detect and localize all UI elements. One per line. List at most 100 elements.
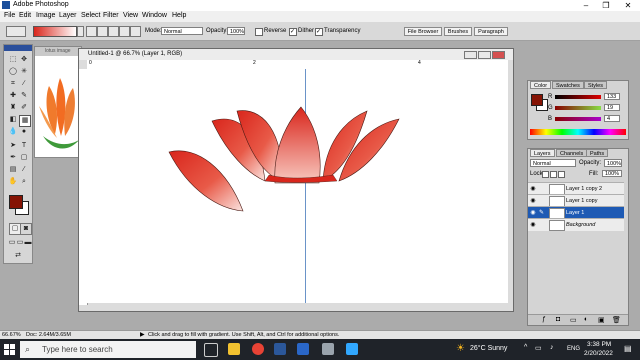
tab-paragraph[interactable]: Paragraph	[474, 27, 508, 36]
tab-swatches[interactable]: Swatches	[552, 81, 584, 89]
volume-icon[interactable]: ♪	[550, 344, 554, 351]
zoom-level[interactable]: 66.67%	[2, 332, 21, 338]
menu-view[interactable]: View	[123, 12, 138, 19]
lock-image-icon[interactable]	[550, 171, 557, 178]
color-ramp[interactable]	[530, 129, 626, 135]
gradient-tool-icon[interactable]: ▦	[19, 115, 31, 127]
close-icon[interactable]: ✕	[622, 0, 634, 11]
hand-tool-icon[interactable]: ✋	[8, 177, 18, 187]
canvas[interactable]	[87, 69, 508, 303]
word-icon[interactable]	[274, 343, 286, 355]
angle-gradient-icon[interactable]	[108, 26, 119, 37]
tray-chevron-icon[interactable]: ^	[524, 344, 527, 351]
tab-file-browser[interactable]: File Browser	[404, 27, 442, 36]
document-window[interactable]: Untitled-1 @ 66.7% (Layer 1, RGB) 0 2 4	[78, 48, 514, 312]
r-value[interactable]: 133	[604, 93, 620, 100]
screen-mode-full-icon[interactable]: ▬	[23, 238, 33, 248]
lasso-tool-icon[interactable]: ◯	[8, 67, 18, 77]
marquee-tool-icon[interactable]: ⬚	[8, 55, 18, 65]
chrome-icon[interactable]	[252, 343, 264, 355]
shape-tool-icon[interactable]: ▢	[19, 153, 29, 163]
opacity-input[interactable]: 100%	[227, 27, 245, 35]
r-slider[interactable]	[555, 95, 601, 99]
notification-icon[interactable]: ▤	[624, 344, 632, 353]
trash-icon[interactable]: 🗑	[612, 316, 621, 324]
layers-opacity-input[interactable]: 100%	[604, 159, 622, 167]
lock-transparency-icon[interactable]	[542, 171, 549, 178]
tab-styles[interactable]: Styles	[584, 81, 607, 89]
eyedropper-tool-icon[interactable]: ⁄	[19, 165, 29, 175]
reverse-checkbox[interactable]	[255, 28, 263, 36]
b-slider[interactable]	[555, 117, 601, 121]
document-close-icon[interactable]	[492, 51, 505, 59]
g-slider[interactable]	[555, 106, 601, 110]
word-app-icon[interactable]	[297, 343, 309, 355]
mode-select[interactable]: Normal	[161, 27, 203, 35]
minimize-icon[interactable]: –	[580, 0, 592, 11]
quick-mask-icon[interactable]: ◙	[20, 223, 32, 235]
foreground-color-swatch[interactable]	[9, 195, 23, 209]
menu-edit[interactable]: Edit	[19, 12, 31, 19]
eye-icon[interactable]: ◉	[529, 197, 537, 205]
clock-date[interactable]: 2/20/2022	[584, 350, 613, 357]
restore-icon[interactable]: ❐	[600, 0, 612, 11]
document-maximize-icon[interactable]	[478, 51, 491, 59]
g-value[interactable]: 19	[604, 104, 620, 111]
file-explorer-icon[interactable]	[228, 343, 240, 355]
blur-tool-icon[interactable]: 💧	[8, 127, 18, 137]
layer-mask-icon[interactable]: ◘	[556, 316, 560, 323]
tab-color[interactable]: Color	[530, 81, 552, 89]
magic-wand-tool-icon[interactable]: ✳	[19, 67, 29, 77]
adjustment-layer-icon[interactable]: ◐	[584, 316, 588, 323]
language-indicator[interactable]: ENG	[567, 346, 580, 352]
type-tool-icon[interactable]: T	[19, 141, 29, 151]
new-set-icon[interactable]: ▭	[570, 316, 577, 324]
b-value[interactable]: 4	[604, 115, 620, 122]
fill-input[interactable]: 100%	[602, 170, 622, 177]
photoshop-taskbar-icon[interactable]	[346, 343, 358, 355]
eraser-tool-icon[interactable]: ◧	[8, 115, 18, 125]
notes-tool-icon[interactable]: ▤	[8, 165, 18, 175]
menu-help[interactable]: Help	[172, 12, 186, 19]
document-minimize-icon[interactable]	[464, 51, 477, 59]
dodge-tool-icon[interactable]: ●	[19, 127, 29, 137]
background-document-window[interactable]: lotus image	[34, 46, 82, 158]
diamond-gradient-icon[interactable]	[130, 26, 141, 37]
pen-tool-icon[interactable]: ✒	[8, 153, 18, 163]
reflected-gradient-icon[interactable]	[119, 26, 130, 37]
color-panel-foreground-swatch[interactable]	[531, 94, 543, 106]
clone-stamp-tool-icon[interactable]: ♜	[8, 103, 18, 113]
menu-select[interactable]: Select	[81, 12, 100, 19]
history-brush-tool-icon[interactable]: ✐	[19, 103, 29, 113]
windows-start-icon[interactable]	[4, 344, 15, 355]
new-layer-icon[interactable]: ▣	[598, 316, 605, 324]
eye-icon[interactable]: ◉	[529, 221, 537, 229]
move-tool-icon[interactable]: ✥	[19, 55, 29, 65]
clock-time[interactable]: 3:38 PM	[587, 341, 611, 348]
tool-preset-picker[interactable]	[6, 26, 26, 37]
tab-paths[interactable]: Paths	[586, 149, 609, 157]
eye-icon[interactable]: ◉	[529, 185, 537, 193]
blend-mode-select[interactable]: Normal	[530, 159, 576, 167]
brush-tool-icon[interactable]: ✎	[19, 91, 29, 101]
task-view-icon[interactable]	[204, 343, 218, 357]
menu-layer[interactable]: Layer	[59, 12, 77, 19]
tab-brushes[interactable]: Brushes	[444, 27, 472, 36]
dither-checkbox[interactable]: ✓	[289, 28, 297, 36]
tab-channels[interactable]: Channels	[556, 149, 588, 157]
menu-image[interactable]: Image	[36, 12, 55, 19]
lock-position-icon[interactable]	[558, 171, 565, 178]
weather-text[interactable]: 26°C Sunny	[470, 345, 507, 352]
transparency-checkbox[interactable]: ✓	[315, 28, 323, 36]
tab-layers[interactable]: Layers	[530, 149, 555, 157]
linear-gradient-icon[interactable]	[86, 26, 97, 37]
healing-brush-tool-icon[interactable]: ✚	[8, 91, 18, 101]
layer-row[interactable]: ◉ Background	[528, 218, 624, 231]
jump-to-imageready-icon[interactable]: ⇄	[13, 251, 23, 261]
slice-tool-icon[interactable]: ∕	[19, 79, 29, 89]
zoom-tool-icon[interactable]: ⌕	[19, 177, 29, 187]
crop-tool-icon[interactable]: ⌗	[8, 79, 18, 89]
gradient-dropdown-icon[interactable]	[77, 26, 84, 37]
photos-icon[interactable]	[322, 343, 334, 355]
eye-icon[interactable]: ◉	[529, 209, 537, 217]
